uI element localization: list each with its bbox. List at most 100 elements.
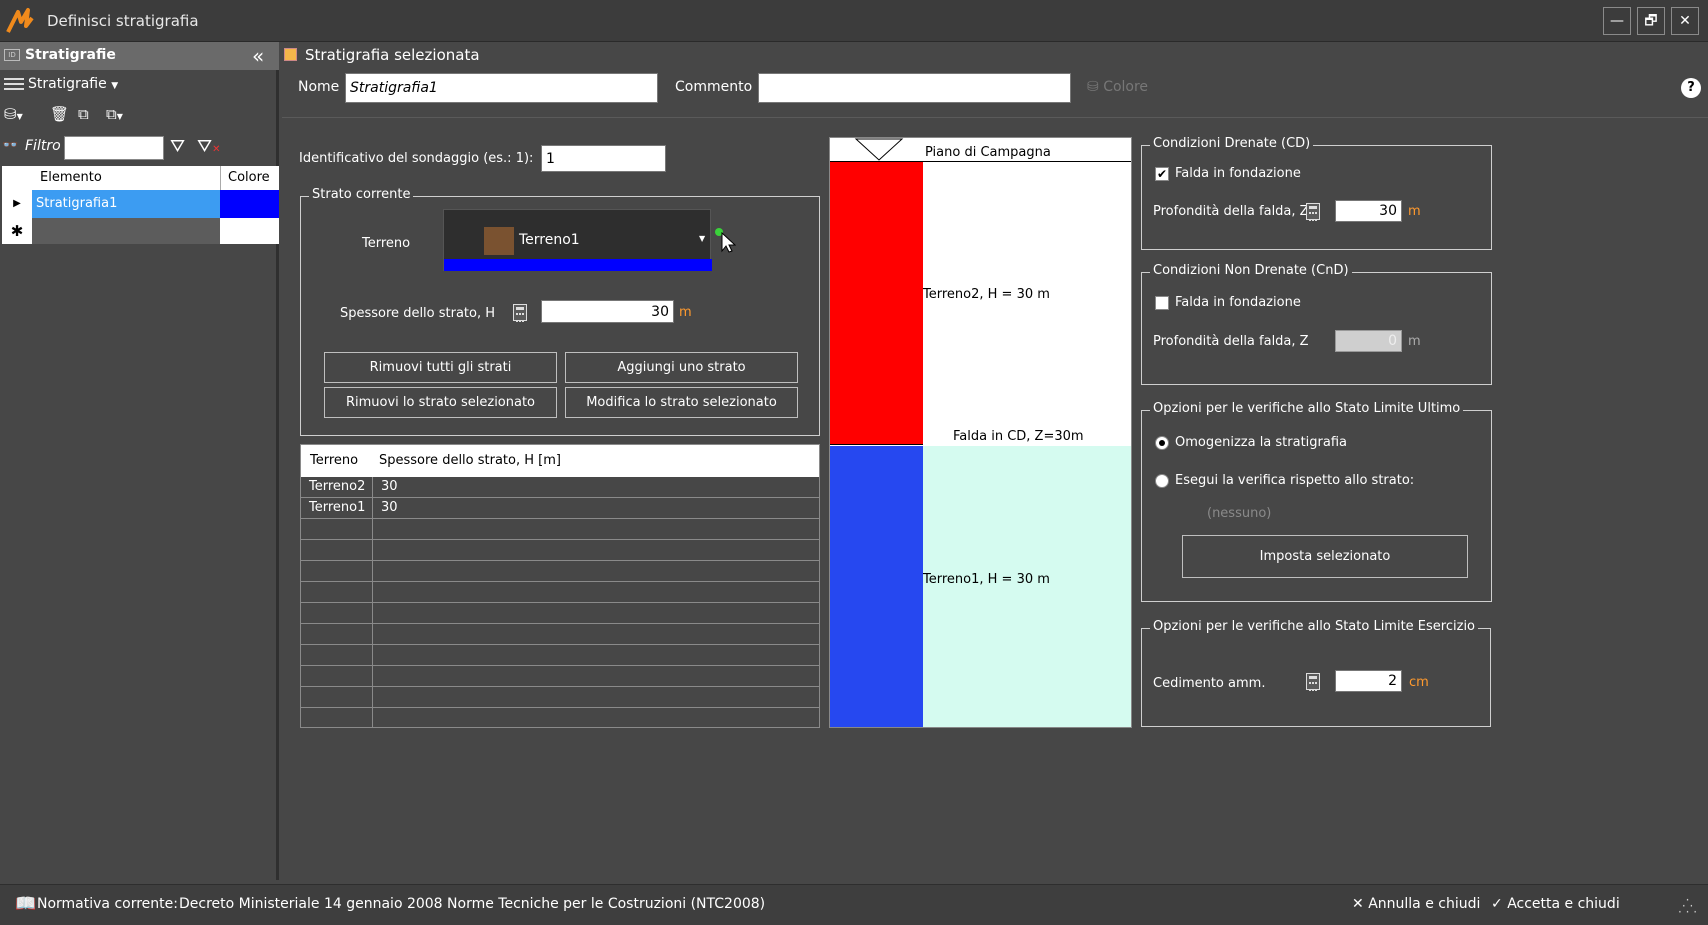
table-row[interactable]: Terreno2 30: [301, 477, 819, 498]
resize-grip-icon[interactable]: · · · · · ·: [1678, 894, 1697, 918]
col-terreno: Terreno: [310, 453, 359, 468]
remove-selected-layer-button[interactable]: Rimuovi lo strato selezionato: [324, 387, 557, 418]
help-icon[interactable]: ?: [1681, 78, 1701, 98]
table-row[interactable]: [301, 687, 819, 708]
copy-icon[interactable]: ⧉▼: [106, 105, 123, 123]
cnd-prof-input[interactable]: [1335, 330, 1402, 352]
id-icon: ID: [4, 49, 20, 61]
left-panel: ID Stratigrafie « Stratigrafie ▼ ⛁▼ 🗑 ⧉ …: [0, 42, 279, 880]
ground-label: Piano di Campagna: [925, 145, 1051, 160]
table-cell: Terreno1: [309, 500, 366, 515]
edit-selected-layer-button[interactable]: Modifica lo strato selezionato: [565, 387, 798, 418]
app-logo-icon: [6, 8, 34, 33]
terreno-color-bar: [444, 259, 712, 271]
normativa-label: Normativa corrente:: [37, 896, 178, 912]
close-button[interactable]: ✕: [1671, 7, 1699, 35]
layer-terreno2-label: Terreno2, H = 30 m: [923, 287, 1050, 302]
strato-corrente-legend: Strato corrente: [309, 187, 414, 202]
table-row[interactable]: [301, 540, 819, 561]
set-selected-button[interactable]: Imposta selezionato: [1182, 535, 1468, 578]
cancel-close-button[interactable]: ✕ Annulla e chiudi: [1352, 896, 1480, 912]
col-spessore: Spessore dello strato, H [m]: [379, 453, 561, 468]
pick-cursor-icon[interactable]: [714, 227, 736, 253]
left-panel-title: Stratigrafie: [25, 47, 116, 63]
cd-falda-label: Falda in fondazione: [1175, 166, 1301, 181]
cnd-legend: Condizioni Non Drenate (CnD): [1150, 263, 1352, 278]
accept-close-label: Accetta e chiudi: [1507, 896, 1620, 912]
check-icon: ✓: [1491, 896, 1503, 912]
chevron-down-icon: ▼: [699, 234, 706, 243]
delete-icon[interactable]: 🗑: [50, 105, 69, 123]
calculator-icon[interactable]: [1306, 203, 1320, 221]
section-icon: [284, 48, 297, 61]
clear-filter-icon[interactable]: ⛛✕: [197, 136, 221, 157]
layer-terreno2-bar[interactable]: [830, 162, 923, 445]
cd-falda-checkbox[interactable]: ✔: [1155, 167, 1169, 181]
table-row[interactable]: [301, 645, 819, 666]
status-bar: 📖 Normativa corrente: Decreto Ministeria…: [0, 884, 1708, 925]
grid-new-row[interactable]: ✱: [2, 218, 279, 244]
book-icon: 📖: [15, 894, 37, 914]
accept-close-button[interactable]: ✓ Accetta e chiudi: [1491, 896, 1620, 912]
slu-strato-label: Esegui la verifica rispetto allo strato:: [1175, 473, 1415, 488]
table-row[interactable]: [301, 603, 819, 624]
table-row[interactable]: [301, 666, 819, 687]
table-row[interactable]: Terreno1 30: [301, 498, 819, 519]
spessore-label: Spessore dello strato, H: [340, 306, 496, 321]
grid-row[interactable]: ▶ Stratigrafia1: [2, 190, 279, 218]
collapse-panel-icon[interactable]: «: [252, 44, 264, 68]
add-layer-button[interactable]: Aggiungi uno strato: [565, 352, 798, 383]
sle-ced-input[interactable]: [1335, 670, 1402, 692]
slu-omogenizza-label: Omogenizza la stratigrafia: [1175, 435, 1348, 450]
table-cell: 30: [381, 479, 398, 494]
duplicate-icon[interactable]: ⧉: [78, 105, 89, 123]
row-color-swatch[interactable]: [220, 190, 279, 218]
slu-legend: Opzioni per le verifiche allo Stato Limi…: [1150, 401, 1464, 416]
cnd-prof-label: Profondità della falda, Z: [1153, 334, 1309, 349]
filter-input[interactable]: [64, 136, 164, 160]
spessore-input[interactable]: [541, 300, 674, 323]
name-label: Nome: [298, 79, 340, 95]
terreno-select[interactable]: Terreno1 ▼: [443, 209, 712, 271]
cnd-prof-unit: m: [1408, 334, 1421, 349]
stratigrafie-menu[interactable]: Stratigrafie ▼: [28, 76, 118, 92]
layer-terreno1-label: Terreno1, H = 30 m: [923, 572, 1050, 587]
window-title: Definisci stratigrafia: [47, 12, 199, 30]
cnd-falda-checkbox[interactable]: [1155, 296, 1169, 310]
restore-button[interactable]: 🗗: [1637, 7, 1665, 35]
row-name[interactable]: Stratigrafia1: [32, 190, 220, 218]
water-table-label: Falda in CD, Z=30m: [953, 429, 1084, 444]
table-row[interactable]: [301, 582, 819, 603]
name-input[interactable]: [345, 73, 658, 103]
title-bar: Definisci stratigrafia — 🗗 ✕: [0, 0, 1708, 42]
calculator-icon[interactable]: [513, 304, 527, 322]
x-icon: ✕: [1352, 896, 1364, 912]
paint-bucket-icon[interactable]: ⛁▼: [4, 105, 23, 123]
slu-strato-radio[interactable]: [1155, 474, 1169, 488]
remove-all-layers-button[interactable]: Rimuovi tutti gli strati: [324, 352, 557, 383]
slu-none-label: (nessuno): [1207, 506, 1272, 521]
cnd-group: Condizioni Non Drenate (CnD): [1141, 263, 1492, 385]
sondaggio-input[interactable]: [541, 145, 666, 172]
slu-omogenizza-radio[interactable]: [1155, 436, 1169, 450]
sle-ced-unit: cm: [1409, 675, 1429, 690]
funnel-icon[interactable]: ⛛: [170, 136, 185, 157]
left-panel-header: ID Stratigrafie «: [0, 42, 279, 70]
comment-label: Commento: [675, 79, 753, 95]
table-row[interactable]: [301, 708, 819, 729]
minimize-button[interactable]: —: [1603, 7, 1631, 35]
comment-input[interactable]: [758, 73, 1071, 103]
table-row[interactable]: [301, 624, 819, 645]
table-row[interactable]: [301, 519, 819, 540]
table-cell: 30: [381, 500, 398, 515]
layer-terreno1-bar[interactable]: [830, 446, 923, 727]
cd-group: Condizioni Drenate (CD): [1141, 136, 1492, 250]
table-row[interactable]: [301, 561, 819, 582]
terreno-swatch: [484, 227, 514, 255]
calculator-icon[interactable]: [1306, 673, 1320, 691]
section-title: Stratigrafia selezionata: [305, 46, 480, 64]
cd-prof-input[interactable]: [1335, 200, 1402, 222]
sondaggio-label: Identificativo del sondaggio (es.: 1):: [299, 151, 534, 166]
ground-level-triangle-icon: [854, 138, 904, 161]
color-button[interactable]: ⛁ Colore: [1087, 79, 1148, 95]
